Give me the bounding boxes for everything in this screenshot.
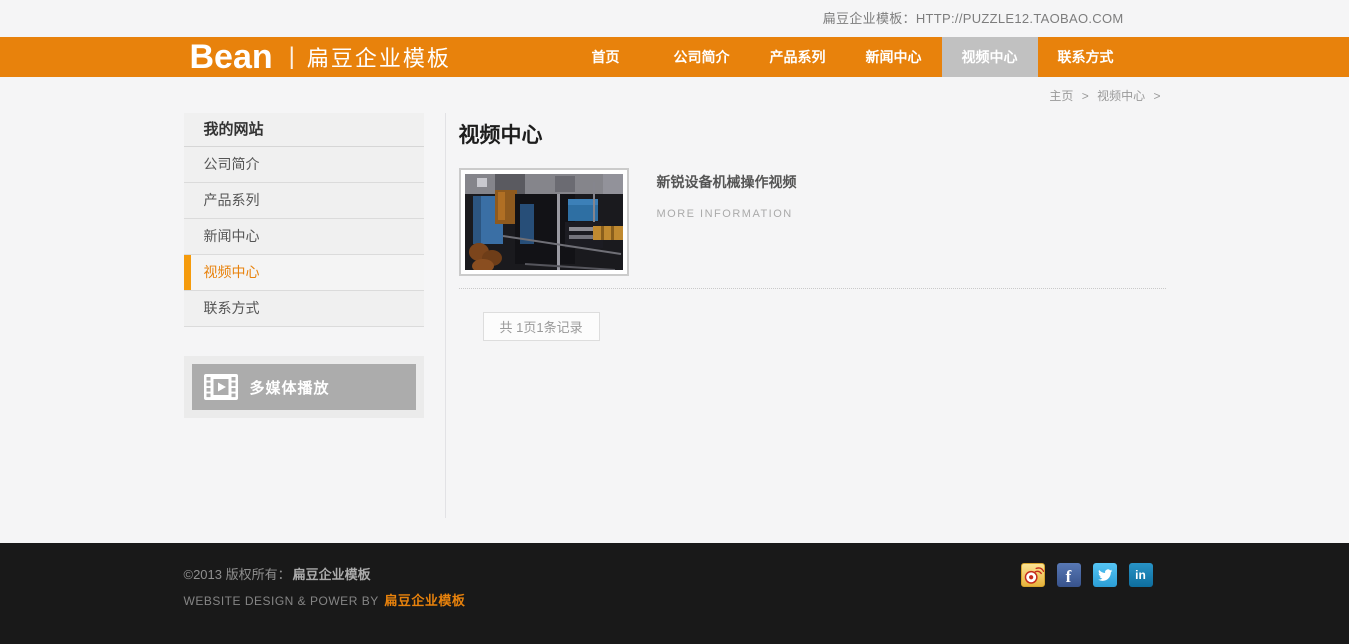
breadcrumb-home-link[interactable]: 主页 (1049, 89, 1073, 103)
page-title: 视频中心 (459, 110, 1166, 149)
sidebar-item-video-center[interactable]: 视频中心 (184, 255, 424, 291)
logo[interactable]: Bean | 扁豆企业模板 (190, 37, 451, 77)
machinery-thumbnail-image (465, 174, 623, 270)
sidebar-item-company-profile[interactable]: 公司简介 (184, 147, 424, 183)
sidebar-title: 我的网站 (184, 113, 424, 147)
facebook-glyph: f (1066, 567, 1072, 587)
main-nav: 首页 公司简介 产品系列 新闻中心 视频中心 联系方式 (558, 37, 1134, 77)
sidebar-item-news[interactable]: 新闻中心 (184, 219, 424, 255)
social-links: f in (1021, 563, 1153, 587)
page: 扁豆企业模板：HTTP://PUZZLE12.TAOBAO.COM Bean |… (0, 0, 1349, 644)
nav-item-contact[interactable]: 联系方式 (1038, 37, 1134, 77)
linkedin-glyph: in (1135, 568, 1146, 582)
copyright-line: ©2013 版权所有：扁豆企业模板 (184, 564, 1166, 583)
nav-item-video-center[interactable]: 视频中心 (942, 37, 1038, 77)
breadcrumb-separator: > (1082, 89, 1089, 103)
nav-item-news[interactable]: 新闻中心 (846, 37, 942, 77)
media-banner-inner: 多媒体播放 (192, 364, 416, 410)
twitter-icon[interactable] (1093, 563, 1117, 587)
weibo-icon[interactable] (1021, 563, 1045, 587)
site-url-label: 扁豆企业模板：HTTP://PUZZLE12.TAOBAO.COM (823, 0, 1124, 37)
pagination: 共 1页1条记录 (459, 312, 1166, 341)
topbar: 扁豆企业模板：HTTP://PUZZLE12.TAOBAO.COM (0, 0, 1349, 37)
film-play-icon (204, 373, 238, 401)
footer: ©2013 版权所有：扁豆企业模板 WEBSITE DESIGN & POWER… (0, 543, 1349, 644)
nav-item-home[interactable]: 首页 (558, 37, 654, 77)
powered-brand-link[interactable]: 扁豆企业模板 (384, 593, 465, 608)
video-title-link[interactable]: 新锐设备机械操作视频 (657, 172, 797, 192)
linkedin-icon[interactable]: in (1129, 563, 1153, 587)
list-separator (459, 288, 1166, 289)
facebook-icon[interactable]: f (1057, 563, 1081, 587)
content-area: 我的网站 公司简介 产品系列 新闻中心 视频中心 联系方式 (0, 110, 1349, 543)
breadcrumb-video-center-link[interactable]: 视频中心 (1097, 89, 1145, 103)
video-info: 新锐设备机械操作视频 MORE INFORMATION (657, 168, 797, 276)
sidebar: 我的网站 公司简介 产品系列 新闻中心 视频中心 联系方式 (184, 113, 424, 418)
more-information-link[interactable]: MORE INFORMATION (657, 208, 797, 220)
breadcrumb: 主页 > 视频中心 > (1049, 87, 1165, 104)
copyright-brand: 扁豆企业模板 (293, 567, 371, 582)
powered-line: WEBSITE DESIGN & POWER BY 扁豆企业模板 (184, 590, 1166, 609)
column-divider (445, 113, 446, 518)
powered-text: WEBSITE DESIGN & POWER BY (184, 594, 379, 608)
breadcrumb-separator: > (1153, 89, 1160, 103)
site-name: 扁豆企业模板 (307, 41, 451, 73)
media-player-banner[interactable]: 多媒体播放 (184, 356, 424, 418)
sidebar-menu: 我的网站 公司简介 产品系列 新闻中心 视频中心 联系方式 (184, 113, 424, 327)
logo-text: Bean (190, 37, 273, 77)
sidebar-item-contact[interactable]: 联系方式 (184, 291, 424, 327)
nav-item-products[interactable]: 产品系列 (750, 37, 846, 77)
record-count-label: 共 1页1条记录 (483, 312, 600, 341)
logo-separator: | (289, 43, 295, 71)
video-list-item: 新锐设备机械操作视频 MORE INFORMATION (459, 168, 1166, 276)
video-thumbnail[interactable] (459, 168, 629, 276)
breadcrumb-row: 主页 > 视频中心 > (0, 77, 1349, 110)
copyright-text: ©2013 版权所有： (184, 567, 291, 582)
nav-item-company-profile[interactable]: 公司简介 (654, 37, 750, 77)
main-content: 视频中心 (459, 110, 1166, 341)
media-banner-label: 多媒体播放 (250, 377, 330, 398)
main-header: Bean | 扁豆企业模板 首页 公司简介 产品系列 新闻中心 视频中心 联系方… (0, 37, 1349, 77)
sidebar-item-products[interactable]: 产品系列 (184, 183, 424, 219)
